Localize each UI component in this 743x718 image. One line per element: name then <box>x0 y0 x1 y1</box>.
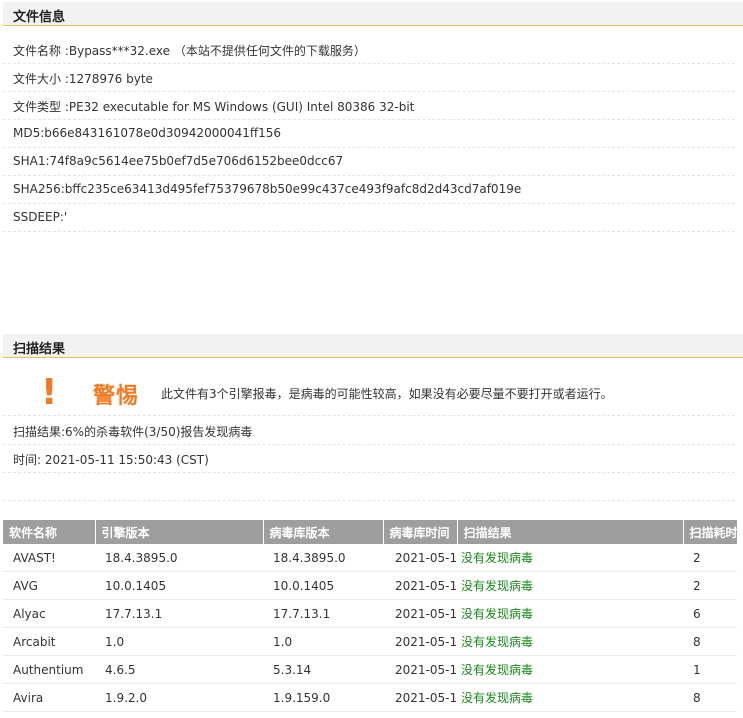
scan-result-cell: 没有发现病毒 <box>457 627 683 656</box>
table-header-row: 软件名称 引擎版本 病毒库版本 病毒库时间 扫描结果 扫描耗时 <box>3 520 738 544</box>
db-version-cell: 17.7.13.1 <box>263 599 383 628</box>
md5-text: MD5:b66e843161078e0d30942000041ff156 <box>13 126 282 140</box>
software-name-cell: Arcabit <box>3 627 95 656</box>
sha1-text: SHA1:74f8a9c5614ee75b0ef7d5e706d6152bee0… <box>13 154 344 168</box>
file-type-text: 文件类型 :PE32 executable for MS Windows (GU… <box>13 100 415 114</box>
scan-time-row: 时间: 2021-05-11 15:50:43 (CST) <box>3 445 735 473</box>
db-version-cell: 1.9.159.0 <box>263 683 383 712</box>
column-header-db-date[interactable]: 病毒库时间 <box>383 520 458 544</box>
md5-row: MD5:b66e843161078e0d30942000041ff156 <box>3 120 735 148</box>
file-type-row: 文件类型 :PE32 executable for MS Windows (GU… <box>3 92 735 120</box>
engine-version-cell: 18.4.3895.0 <box>95 544 263 572</box>
scan-results-table: 软件名称 引擎版本 病毒库版本 病毒库时间 扫描结果 扫描耗时 AVAST! 1… <box>3 520 738 712</box>
sha256-text: SHA256:bffc235ce63413d495fef75379678b50e… <box>13 182 522 196</box>
sha256-row: SHA256:bffc235ce63413d495fef75379678b50e… <box>3 176 735 204</box>
engine-version-cell: 4.6.5 <box>95 655 263 684</box>
software-name-cell: Authentium <box>3 655 95 684</box>
db-version-cell: 10.0.1405 <box>263 571 383 600</box>
scan-result-cell: 没有发现病毒 <box>457 683 683 712</box>
engine-version-cell: 17.7.13.1 <box>95 599 263 628</box>
table-row: AVG 10.0.1405 10.0.1405 2021-05-11 没有发现病… <box>3 571 737 600</box>
ssdeep-text: SSDEEP:' <box>13 210 68 224</box>
scan-time-cell: 1 <box>683 655 737 684</box>
file-size-row: 文件大小 :1278976 byte <box>3 64 735 92</box>
ssdeep-row: SSDEEP:' <box>3 204 735 232</box>
db-date-cell: 2021-05-11 <box>383 571 457 600</box>
scan-time-cell: 8 <box>683 683 737 712</box>
file-name-text: 文件名称 :Bypass***32.exe （本站不提供任何文件的下载服务） <box>13 44 366 58</box>
file-info-title: 文件信息 <box>13 10 66 25</box>
column-header-software[interactable]: 软件名称 <box>3 520 96 544</box>
db-version-cell: 5.3.14 <box>263 655 383 684</box>
db-date-cell: 2021-05-11 <box>383 655 457 684</box>
file-name-row: 文件名称 :Bypass***32.exe （本站不提供任何文件的下载服务） <box>3 36 735 64</box>
warning-banner: ! 警惕 此文件有3个引擎报毒，是病毒的可能性较高，如果没有必要尽量不要打开或者… <box>3 368 735 416</box>
warning-title: 警惕 <box>93 384 140 409</box>
scan-time-cell: 2 <box>683 571 737 600</box>
scan-result-title: 扫描结果 <box>13 342 66 357</box>
table-row: AVAST! 18.4.3895.0 18.4.3895.0 2021-05-1… <box>3 544 737 572</box>
table-row: Avira 1.9.2.0 1.9.159.0 2021-05-11 没有发现病… <box>3 683 737 712</box>
scan-result-cell: 没有发现病毒 <box>457 544 683 572</box>
scan-time-cell: 2 <box>683 544 737 572</box>
scan-time-cell: 8 <box>683 627 737 656</box>
warning-description: 此文件有3个引擎报毒，是病毒的可能性较高，如果没有必要尽量不要打开或者运行。 <box>161 387 613 401</box>
table-row: Arcabit 1.0 1.0 2021-05-11 没有发现病毒 8 <box>3 627 737 656</box>
db-date-cell: 2021-05-11 <box>383 683 457 712</box>
file-info-header: 文件信息 <box>3 2 743 26</box>
engine-version-cell: 1.9.2.0 <box>95 683 263 712</box>
db-date-cell: 2021-05-11 <box>383 544 457 572</box>
exclamation-icon: ! <box>41 372 58 413</box>
column-header-db-version[interactable]: 病毒库版本 <box>263 520 384 544</box>
engine-version-cell: 10.0.1405 <box>95 571 263 600</box>
db-version-cell: 18.4.3895.0 <box>263 544 383 572</box>
column-header-scan-time[interactable]: 扫描耗时 <box>683 520 738 544</box>
scan-result-cell: 没有发现病毒 <box>457 655 683 684</box>
scan-result-header: 扫描结果 <box>3 334 743 358</box>
software-name-cell: AVAST! <box>3 544 95 572</box>
software-name-cell: AVG <box>3 571 95 600</box>
software-name-cell: Avira <box>3 683 95 712</box>
scan-result-cell: 没有发现病毒 <box>457 599 683 628</box>
scan-summary-text: 扫描结果:6%的杀毒软件(3/50)报告发现病毒 <box>13 425 253 439</box>
file-size-text: 文件大小 :1278976 byte <box>13 72 153 86</box>
table-row: Authentium 4.6.5 5.3.14 2021-05-11 没有发现病… <box>3 655 737 684</box>
engine-version-cell: 1.0 <box>95 627 263 656</box>
sha1-row: SHA1:74f8a9c5614ee75b0ef7d5e706d6152bee0… <box>3 148 735 176</box>
software-name-cell: Alyac <box>3 599 95 628</box>
scan-summary-row: 扫描结果:6%的杀毒软件(3/50)报告发现病毒 <box>3 417 735 445</box>
db-date-cell: 2021-05-11 <box>383 627 457 656</box>
blank-row <box>3 473 735 501</box>
db-version-cell: 1.0 <box>263 627 383 656</box>
db-date-cell: 2021-05-11 <box>383 599 457 628</box>
scan-result-cell: 没有发现病毒 <box>457 571 683 600</box>
scan-time-cell: 6 <box>683 599 737 628</box>
column-header-result[interactable]: 扫描结果 <box>457 520 684 544</box>
column-header-engine-version[interactable]: 引擎版本 <box>95 520 264 544</box>
scan-time-text: 时间: 2021-05-11 15:50:43 (CST) <box>13 453 209 467</box>
table-row: Alyac 17.7.13.1 17.7.13.1 2021-05-11 没有发… <box>3 599 737 628</box>
